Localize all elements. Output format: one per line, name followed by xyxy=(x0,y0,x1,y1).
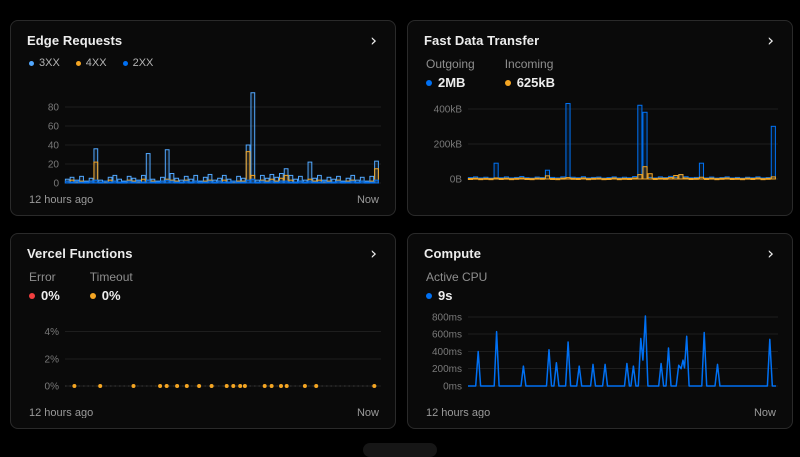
stats: Error 0% Timeout 0% xyxy=(29,270,379,303)
svg-text:Now: Now xyxy=(357,407,379,418)
fast-data-transfer-chart: 0B 200kB 400kB xyxy=(424,95,778,191)
dashboard-grid: Edge Requests › 3XX 4XX 2XX 0 20 40 60 80 12 … xyxy=(10,20,793,429)
stat-value: 0% xyxy=(102,288,121,303)
card-header: Compute › xyxy=(424,246,776,261)
card-edge-requests: Edge Requests › 3XX 4XX 2XX 0 20 40 60 80 12 … xyxy=(10,20,396,216)
stat-timeout: Timeout 0% xyxy=(90,270,133,303)
stat-label: Error xyxy=(29,270,60,284)
svg-text:400kB: 400kB xyxy=(434,104,463,115)
card-compute: Compute › Active CPU 9s 0ms 200ms 400ms 600… xyxy=(407,233,793,429)
legend-label-2xx: 2XX xyxy=(133,57,154,69)
card-fast-data-transfer: Fast Data Transfer › Outgoing 2MB Incomi… xyxy=(407,20,793,216)
svg-text:600ms: 600ms xyxy=(432,330,462,341)
chevron-right-icon[interactable]: › xyxy=(368,247,379,261)
svg-text:200ms: 200ms xyxy=(432,364,462,375)
stat-value: 2MB xyxy=(438,75,465,90)
svg-text:12 hours ago: 12 hours ago xyxy=(29,194,93,205)
svg-text:4%: 4% xyxy=(45,327,60,338)
card-vercel-functions: Vercel Functions › Error 0% Timeout 0% 0… xyxy=(10,233,396,429)
legend-item-2xx: 2XX xyxy=(123,57,154,69)
svg-text:60: 60 xyxy=(48,122,60,133)
stat-dot-incoming xyxy=(505,80,511,86)
card-header: Vercel Functions › xyxy=(27,246,379,261)
legend-dot-4xx xyxy=(76,61,81,66)
compute-chart: 0ms 200ms 400ms 600ms 800ms 12 hours ago Now xyxy=(424,304,778,418)
svg-text:12 hours ago: 12 hours ago xyxy=(426,407,490,418)
svg-text:400ms: 400ms xyxy=(432,347,462,358)
card-title-fast-data-transfer: Fast Data Transfer xyxy=(424,33,539,48)
card-header: Fast Data Transfer › xyxy=(424,33,776,48)
stat-value-row: 9s xyxy=(426,288,487,303)
svg-text:80: 80 xyxy=(48,103,60,114)
stat-label: Incoming xyxy=(505,57,555,71)
stat-dot-timeout xyxy=(90,293,96,299)
stat-incoming: Incoming 625kB xyxy=(505,57,555,90)
legend-dot-3xx xyxy=(29,61,34,66)
legend-label-4xx: 4XX xyxy=(86,57,107,69)
stat-label: Outgoing xyxy=(426,57,475,71)
legend-dot-2xx xyxy=(123,61,128,66)
stat-value-row: 0% xyxy=(90,288,133,303)
card-title-vercel-functions: Vercel Functions xyxy=(27,246,133,261)
legend-item-4xx: 4XX xyxy=(76,57,107,69)
stat-label: Active CPU xyxy=(426,270,487,284)
stat-value: 0% xyxy=(41,288,60,303)
stat-value-row: 2MB xyxy=(426,75,475,90)
chevron-right-icon[interactable]: › xyxy=(368,34,379,48)
stat-label: Timeout xyxy=(90,270,133,284)
chevron-right-icon[interactable]: › xyxy=(765,247,776,261)
stat-value: 9s xyxy=(438,288,452,303)
stat-dot-outgoing xyxy=(426,80,432,86)
stat-value: 625kB xyxy=(517,75,555,90)
card-header: Edge Requests › xyxy=(27,33,379,48)
svg-text:40: 40 xyxy=(48,141,60,152)
stat-error: Error 0% xyxy=(29,270,60,303)
chevron-right-icon[interactable]: › xyxy=(765,34,776,48)
svg-text:800ms: 800ms xyxy=(432,312,462,323)
vercel-functions-chart: 0% 2% 4% 12 hours ago Now xyxy=(27,304,381,418)
legend-label-3xx: 3XX xyxy=(39,57,60,69)
stats: Active CPU 9s xyxy=(426,270,776,303)
card-title-edge-requests: Edge Requests xyxy=(27,33,122,48)
stat-active-cpu: Active CPU 9s xyxy=(426,270,487,303)
dock-pill xyxy=(363,443,437,457)
svg-text:Now: Now xyxy=(754,407,776,418)
svg-text:0%: 0% xyxy=(45,382,60,393)
svg-text:2%: 2% xyxy=(45,354,60,365)
edge-requests-chart: 0 20 40 60 80 12 hours ago Now xyxy=(27,87,381,205)
stats: Outgoing 2MB Incoming 625kB xyxy=(426,57,776,90)
svg-text:0B: 0B xyxy=(450,175,463,186)
legend: 3XX 4XX 2XX xyxy=(29,57,379,69)
stat-value-row: 625kB xyxy=(505,75,555,90)
svg-text:200kB: 200kB xyxy=(434,139,463,150)
svg-text:0ms: 0ms xyxy=(443,382,462,393)
svg-text:20: 20 xyxy=(48,160,60,171)
card-title-compute: Compute xyxy=(424,246,481,261)
stat-dot-active-cpu xyxy=(426,293,432,299)
svg-text:Now: Now xyxy=(357,194,379,205)
svg-text:0: 0 xyxy=(53,179,59,190)
svg-text:12 hours ago: 12 hours ago xyxy=(29,407,93,418)
stat-dot-error xyxy=(29,293,35,299)
stat-value-row: 0% xyxy=(29,288,60,303)
stat-outgoing: Outgoing 2MB xyxy=(426,57,475,90)
legend-item-3xx: 3XX xyxy=(29,57,60,69)
